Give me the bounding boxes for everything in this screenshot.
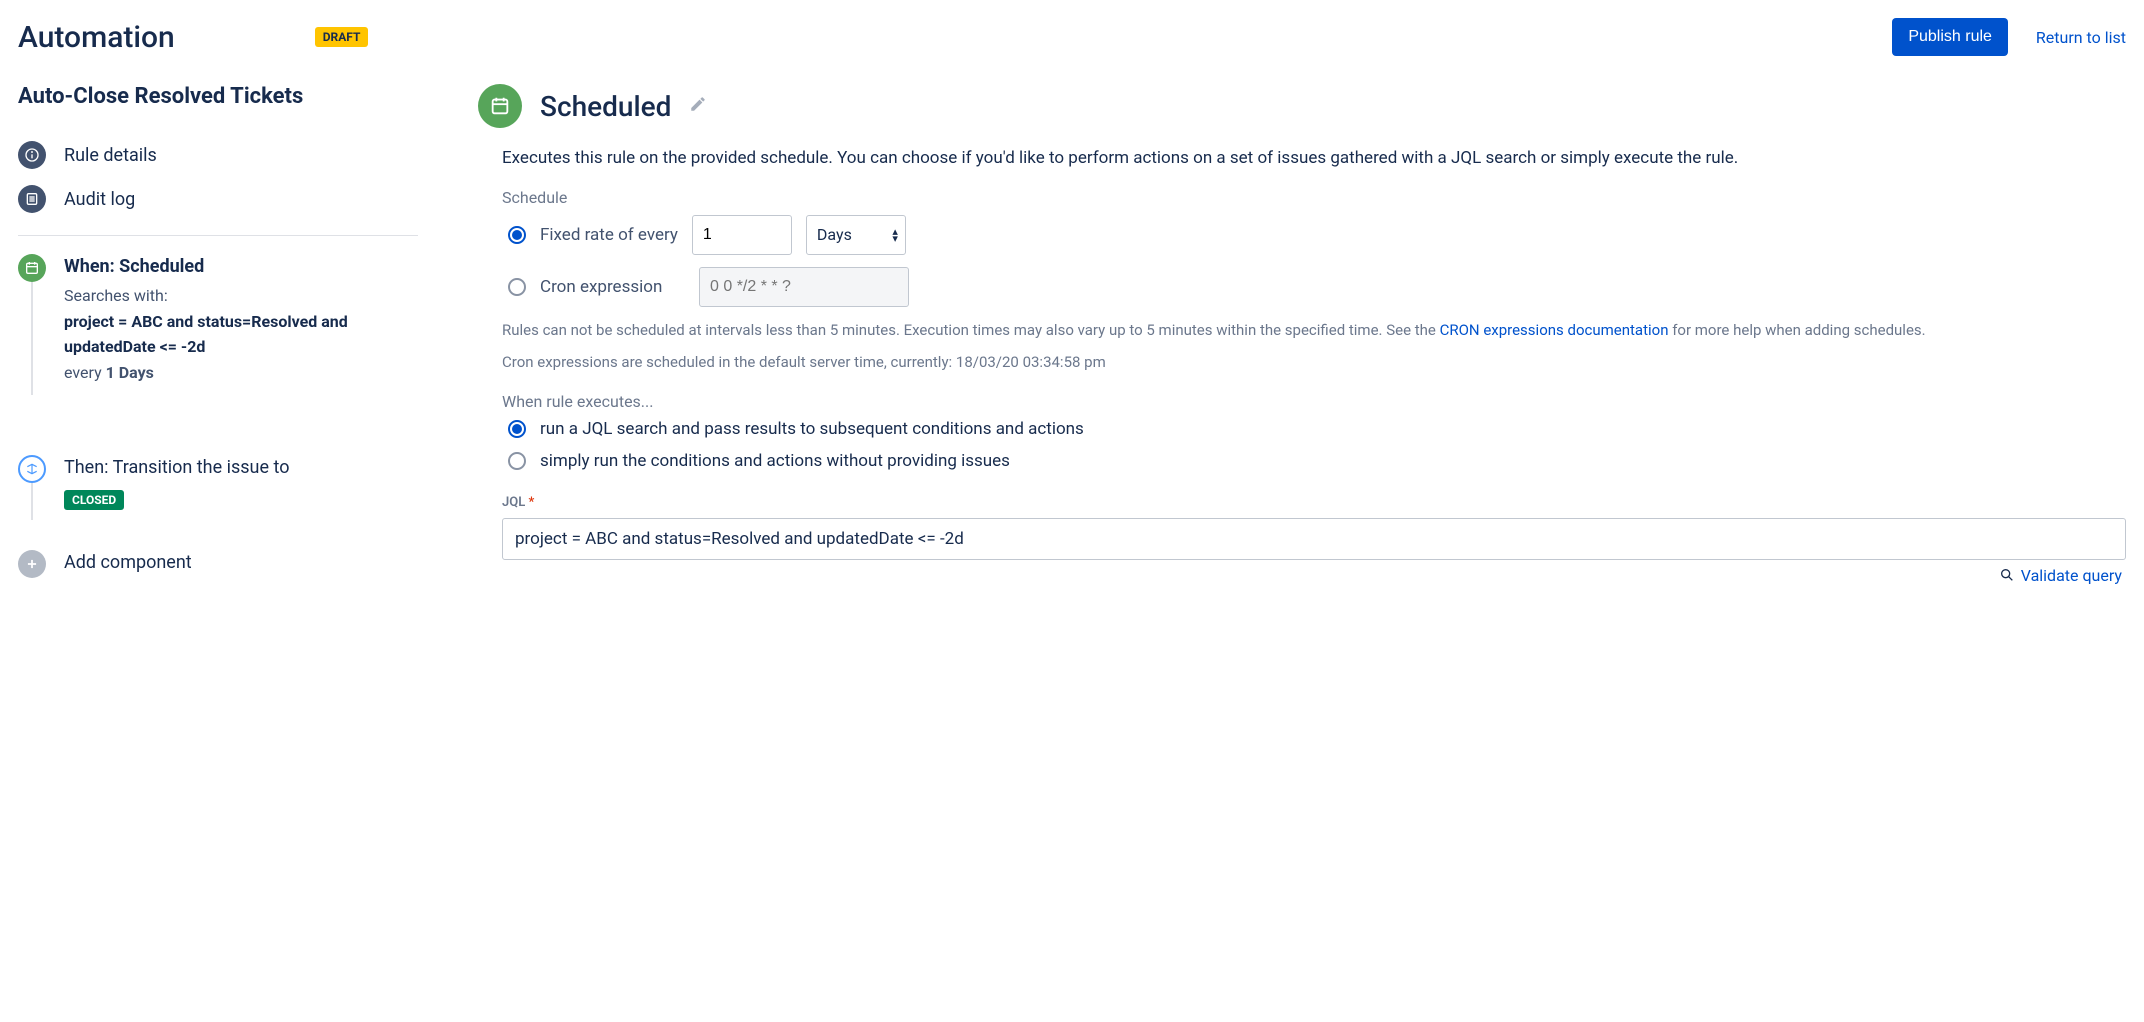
return-to-list-link[interactable]: Return to list	[2036, 28, 2126, 47]
radio-simple-run[interactable]	[508, 452, 526, 470]
edit-icon[interactable]	[689, 95, 707, 117]
fixed-rate-input[interactable]	[692, 215, 792, 255]
list-icon	[18, 185, 46, 213]
main-title: Scheduled	[540, 90, 671, 123]
cron-doc-link[interactable]: CRON expressions documentation	[1440, 321, 1669, 339]
plus-icon	[18, 550, 46, 578]
rule-step-action[interactable]: Then: Transition the issue to CLOSED	[18, 455, 418, 520]
trigger-searches-with: Searches with:	[64, 283, 418, 309]
rule-name: Auto-Close Resolved Tickets	[18, 84, 418, 109]
sidebar-item-audit-log[interactable]: Audit log	[18, 177, 418, 221]
search-icon	[1999, 567, 2015, 583]
schedule-help-text: Rules can not be scheduled at intervals …	[502, 319, 2126, 342]
schedule-label: Schedule	[502, 188, 2126, 207]
header-left: Automation DRAFT	[18, 20, 368, 55]
calendar-icon	[478, 84, 522, 128]
description: Executes this rule on the provided sched…	[502, 146, 2126, 172]
main-panel: Scheduled Executes this rule on the prov…	[478, 84, 2126, 585]
jql-input[interactable]: project = ABC and status=Resolved and up…	[502, 518, 2126, 560]
add-component-button[interactable]: Add component	[18, 550, 418, 588]
sidebar: Auto-Close Resolved Tickets Rule details…	[18, 84, 418, 588]
transition-icon	[18, 455, 46, 483]
schedule-option-cron[interactable]: Cron expression	[502, 267, 2126, 307]
cron-input	[699, 267, 909, 307]
trigger-jql: project = ABC and status=Resolved and up…	[64, 309, 418, 360]
schedule-option-fixed-rate[interactable]: Fixed rate of every Days ▴▾	[502, 215, 2126, 255]
radio-fixed-rate[interactable]	[508, 226, 526, 244]
execute-option-jql[interactable]: run a JQL search and pass results to sub…	[502, 419, 2126, 439]
jql-field-label: JQL *	[502, 495, 2126, 510]
info-icon	[18, 141, 46, 169]
page-title: Automation	[18, 20, 175, 55]
sidebar-item-label: Audit log	[64, 189, 135, 210]
action-title: Then: Transition the issue to	[64, 457, 418, 478]
sidebar-item-rule-details[interactable]: Rule details	[18, 133, 418, 177]
radio-cron[interactable]	[508, 278, 526, 296]
calendar-icon	[18, 254, 46, 282]
draft-badge: DRAFT	[315, 27, 369, 47]
main-header: Scheduled	[478, 84, 2126, 128]
fixed-rate-label: Fixed rate of every	[540, 225, 678, 245]
execute-option-simple[interactable]: simply run the conditions and actions wi…	[502, 451, 2126, 471]
cron-timezone-note: Cron expressions are scheduled in the de…	[502, 351, 2126, 374]
execute-opt1-label: run a JQL search and pass results to sub…	[540, 419, 1084, 439]
fixed-rate-unit-select[interactable]: Days	[806, 215, 906, 255]
trigger-every: every 1 Days	[64, 360, 418, 386]
add-component-label: Add component	[64, 552, 418, 573]
publish-rule-button[interactable]: Publish rule	[1892, 18, 2008, 56]
when-executes-label: When rule executes...	[502, 392, 2126, 411]
trigger-title: When: Scheduled	[64, 256, 418, 277]
validate-query-link[interactable]: Validate query	[1999, 566, 2122, 585]
sidebar-item-label: Rule details	[64, 145, 157, 166]
header: Automation DRAFT Publish rule Return to …	[18, 18, 2126, 56]
radio-run-jql[interactable]	[508, 420, 526, 438]
rule-step-trigger[interactable]: When: Scheduled Searches with: project =…	[18, 254, 418, 395]
execute-opt2-label: simply run the conditions and actions wi…	[540, 451, 1010, 471]
divider	[18, 235, 418, 236]
status-badge: CLOSED	[64, 490, 124, 510]
header-right: Publish rule Return to list	[1892, 18, 2126, 56]
cron-label: Cron expression	[540, 277, 685, 297]
